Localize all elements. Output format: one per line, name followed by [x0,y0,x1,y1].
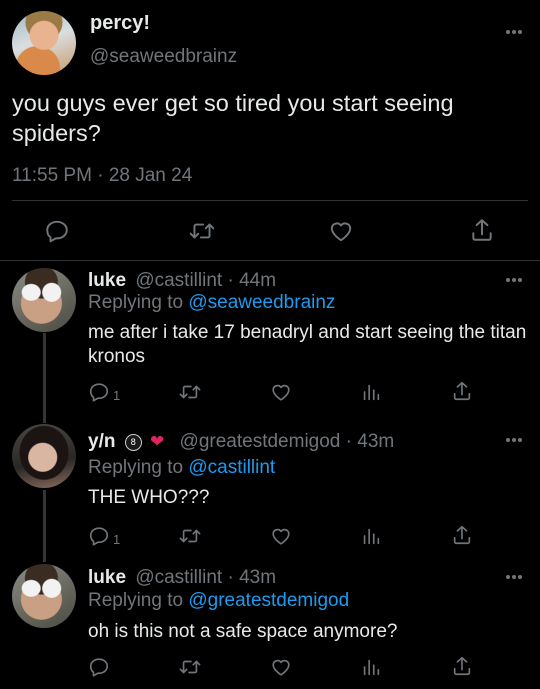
display-name[interactable]: y/n [88,431,115,452]
share-icon [453,381,471,401]
replying-to-label: Replying to [88,457,184,478]
analytics-icon [363,384,380,401]
reply-icon [46,220,68,243]
retweet-icon [179,529,201,543]
analytics-button[interactable] [360,525,382,547]
retweet-button[interactable] [178,381,202,403]
share-icon [472,219,492,241]
more-options-icon[interactable] [506,278,526,284]
meta-separator: · [227,270,234,291]
meta-separator: · [345,431,352,452]
reply-icon [89,658,109,677]
meta-separator: · [97,165,104,186]
retweet-icon [179,385,201,399]
like-button[interactable] [270,525,292,547]
reply-header: luke @castillint · 44m [88,269,276,293]
retweet-icon [189,223,215,239]
analytics-icon [363,528,380,545]
reply-button[interactable]: 1 [88,381,120,403]
replying-to-label: Replying to [88,590,184,611]
meta-separator: · [227,567,234,588]
tweet-time: 11:55 PM [12,165,92,186]
reply-button[interactable]: 1 [88,525,120,547]
analytics-icon [363,659,380,676]
reply-age[interactable]: 44m [239,270,276,291]
8-ball-icon: 8 [124,434,142,451]
replying-to: Replying to @seaweedbrainz [88,291,335,315]
share-icon [453,525,471,545]
reply-button[interactable] [44,218,70,244]
share-button[interactable] [451,655,473,677]
divider [12,200,528,201]
divider [0,260,540,261]
reply-text: me after i take 17 benadryl and start se… [88,322,527,367]
mending-heart-icon: ❤ [150,432,165,451]
retweet-icon [179,660,201,674]
reply-age[interactable]: 43m [357,431,394,452]
like-button[interactable] [328,218,354,244]
thread-connector [43,333,46,423]
reply-icon [89,527,109,546]
reply-header: y/n 8 ❤ @greatestdemigod · 43m [88,430,394,454]
reply-icon [89,383,109,402]
user-handle[interactable]: @castillint [135,567,222,588]
reply-header: luke @castillint · 43m [88,566,276,590]
reply-age[interactable]: 43m [239,567,276,588]
tweet-date: 28 Jan 24 [108,165,193,186]
user-handle[interactable]: @greatestdemigod [180,431,341,452]
analytics-button[interactable] [360,656,382,678]
avatar[interactable] [12,11,76,75]
like-button[interactable] [270,381,292,403]
user-handle[interactable]: @castillint [135,270,222,291]
more-options-icon[interactable] [506,575,526,581]
like-icon [330,222,352,242]
share-icon [453,656,471,676]
tweet-timestamp[interactable]: 11:55 PM · 28 Jan 24 [12,164,192,188]
reply-button[interactable] [88,656,110,678]
like-button[interactable] [270,656,292,678]
retweet-button[interactable] [188,218,216,244]
reply-text: oh is this not a safe space anymore? [88,621,398,642]
retweet-button[interactable] [178,525,202,547]
avatar[interactable] [12,424,76,488]
replying-to: Replying to @castillint [88,456,275,480]
tweet-text: you guys ever get so tired you start see… [12,90,454,146]
mention-link[interactable]: @castillint [188,457,275,478]
reply-text: THE WHO??? [88,487,210,508]
user-handle[interactable]: @seaweedbrainz [90,45,237,69]
like-icon [272,384,290,401]
share-button[interactable] [451,380,473,402]
display-name[interactable]: luke [88,270,126,291]
mention-link[interactable]: @seaweedbrainz [188,292,335,313]
replying-to-label: Replying to [88,292,184,313]
display-name[interactable]: percy! [90,11,150,35]
mention-link[interactable]: @greatestdemigod [188,590,349,611]
like-icon [272,659,290,676]
display-name[interactable]: luke [88,567,126,588]
thread-connector [43,490,46,562]
reply-count: 1 [113,531,121,547]
reply-count: 1 [113,387,121,403]
share-button[interactable] [469,217,495,243]
more-options-icon[interactable] [506,438,526,444]
share-button[interactable] [451,524,473,546]
avatar[interactable] [12,564,76,628]
avatar[interactable] [12,268,76,332]
replying-to: Replying to @greatestdemigod [88,589,349,613]
more-options-icon[interactable] [506,30,526,36]
analytics-button[interactable] [360,381,382,403]
like-icon [272,528,290,545]
retweet-button[interactable] [178,656,202,678]
